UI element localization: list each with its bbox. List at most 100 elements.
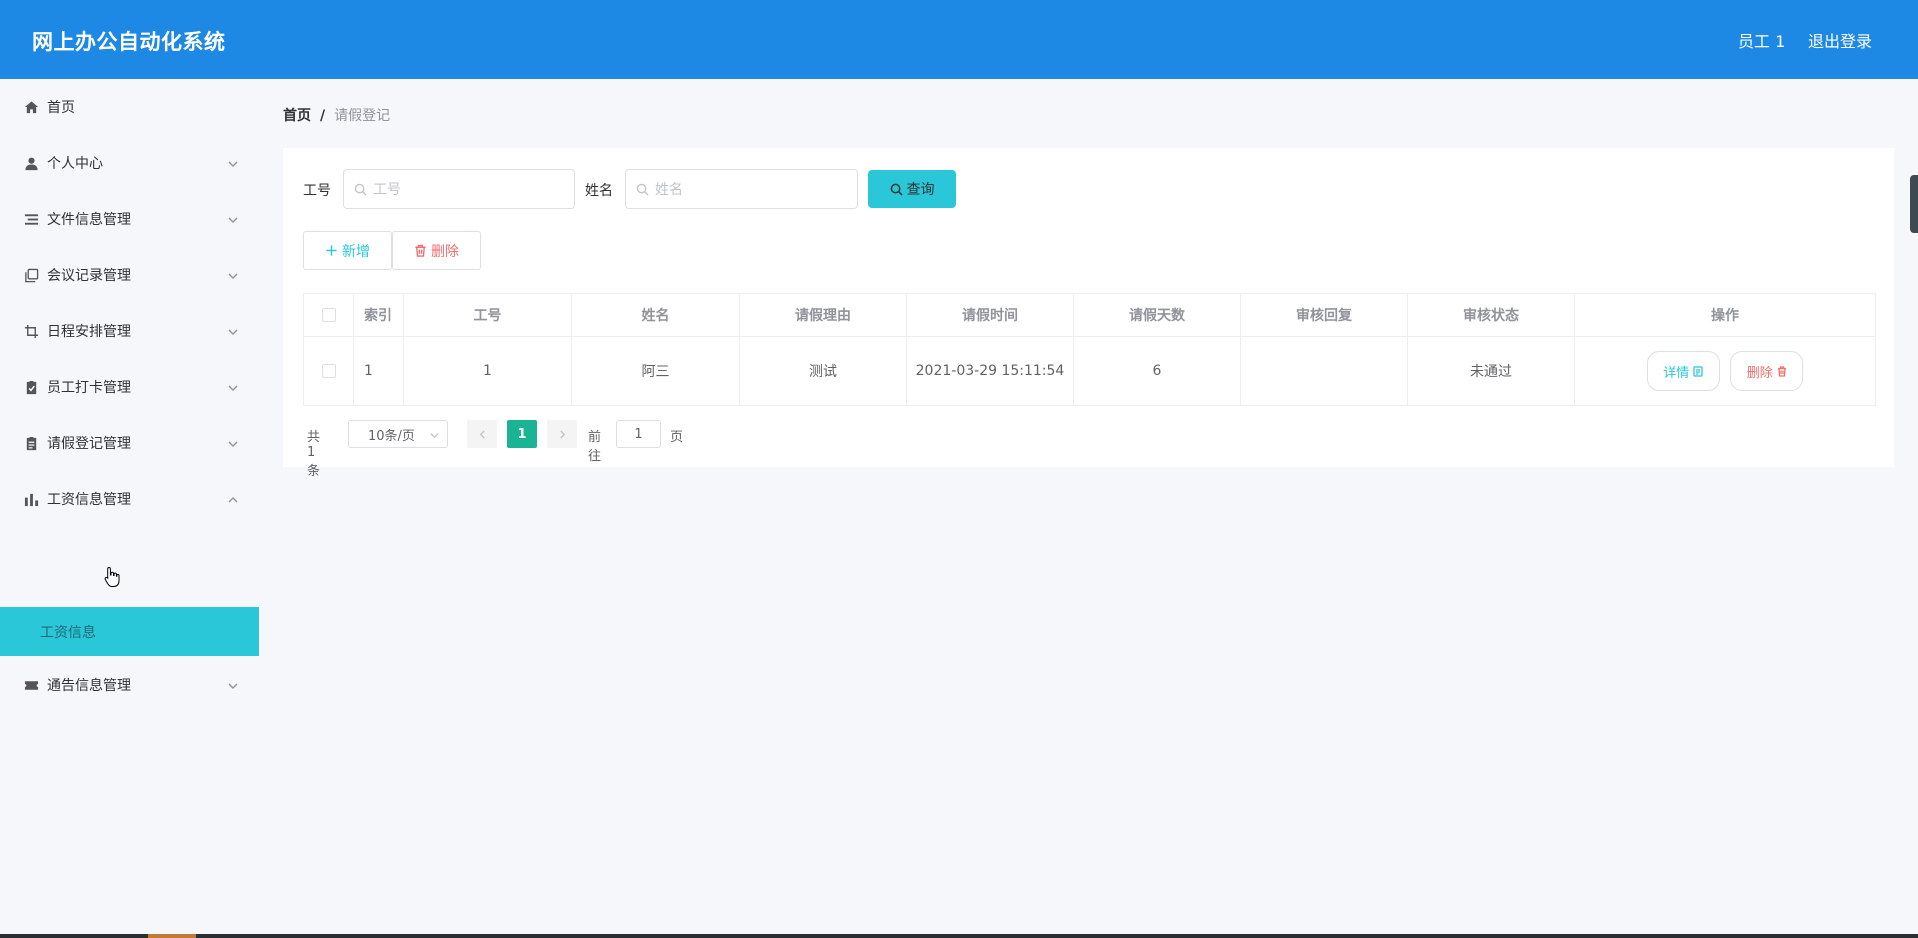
page-number-current[interactable]: 1 (507, 420, 537, 448)
sidebar-item-meeting-records[interactable]: 会议记录管理 (0, 251, 259, 299)
trash-icon (1777, 365, 1786, 377)
table-row: 1 1 阿三 测试 2021-03-29 15:11:54 6 未通过 详情 删… (303, 336, 1876, 406)
sidebar-item-schedule[interactable]: 日程安排管理 (0, 307, 259, 355)
detail-button-label: 详情 (1663, 365, 1690, 381)
goto-page-input[interactable]: 1 (616, 420, 661, 448)
side-panel-handle[interactable] (1910, 175, 1918, 233)
sidebar-item-label: 日程安排管理 (47, 324, 131, 340)
sidebar-item-leave-registration[interactable]: 请假登记管理 (0, 419, 259, 467)
bottom-bar (0, 934, 1918, 938)
breadcrumb: 首页 / 请假登记 (283, 105, 390, 125)
batch-delete-button[interactable]: 删除 (392, 231, 481, 270)
chevron-right-icon (559, 429, 565, 439)
list-icon (23, 211, 39, 227)
app-title: 网上办公自动化系统 (32, 30, 226, 54)
sidebar-item-personal-center[interactable]: 个人中心 (0, 139, 259, 187)
bar-chart-icon (23, 491, 39, 507)
row-select-cell (303, 336, 354, 406)
sidebar-item-notice-management[interactable]: 通告信息管理 (0, 661, 259, 709)
sidebar-item-file-management[interactable]: 文件信息管理 (0, 195, 259, 243)
chevron-down-icon (228, 269, 238, 279)
column-header: 请假天数 (1073, 293, 1241, 337)
search-icon (354, 183, 367, 196)
logout-button[interactable]: 退出登录 (1808, 28, 1872, 52)
chevron-up-icon (228, 493, 238, 503)
chevron-down-icon (228, 213, 238, 223)
batch-delete-button-label: 删除 (431, 243, 459, 260)
sidebar-item-home[interactable]: 首页 (0, 83, 259, 131)
sidebar: 首页 个人中心 文件信息管理 会议记录管理 日程安排管理 员工打卡管理 请假登记… (0, 79, 259, 938)
column-header: 请假时间 (906, 293, 1074, 337)
sidebar-item-label: 员工打卡管理 (47, 380, 131, 396)
employee-id-label: 工号 (303, 183, 331, 199)
cell-review-reply (1240, 336, 1408, 406)
sidebar-item-label: 通告信息管理 (47, 678, 131, 694)
submenu-item-salary-info[interactable]: 工资信息 (0, 607, 259, 656)
sidebar-item-attendance[interactable]: 员工打卡管理 (0, 363, 259, 411)
select-all-checkbox[interactable] (321, 308, 336, 322)
chevron-down-icon (228, 679, 238, 689)
chevron-down-icon (228, 325, 238, 335)
row-checkbox[interactable] (321, 364, 336, 378)
chevron-left-icon (479, 429, 485, 439)
content-panel: 工号 工号 姓名 姓名 查询 新增 删除 索引 工号 姓名 请假理由 请假时间 … (283, 148, 1894, 479)
breadcrumb-home[interactable]: 首页 (283, 108, 311, 124)
column-header: 操作 (1574, 293, 1876, 337)
column-header: 姓名 (571, 293, 740, 337)
table-header-row: 索引 工号 姓名 请假理由 请假时间 请假天数 审核回复 审核状态 操作 (303, 293, 1876, 337)
column-header: 工号 (403, 293, 572, 337)
detail-button[interactable]: 详情 (1646, 351, 1720, 391)
chevron-down-icon (228, 157, 238, 167)
user-icon (23, 155, 39, 171)
sidebar-item-label: 工资信息管理 (47, 492, 131, 508)
top-header: 网上办公自动化系统 员工 1 退出登录 (0, 0, 1918, 79)
page-size-select[interactable]: 10条/页 (348, 420, 448, 448)
search-icon (636, 183, 649, 196)
cell-actions: 详情 删除 (1574, 336, 1876, 406)
column-header: 审核回复 (1240, 293, 1408, 337)
document-icon (1693, 365, 1703, 377)
sidebar-item-label: 个人中心 (47, 156, 103, 172)
add-button[interactable]: 新增 (303, 231, 392, 270)
name-placeholder: 姓名 (655, 182, 683, 198)
cell-review-status: 未通过 (1407, 336, 1575, 406)
prev-page-button[interactable] (467, 420, 497, 448)
column-header: 请假理由 (739, 293, 907, 337)
employee-id-placeholder: 工号 (373, 182, 401, 198)
row-delete-button[interactable]: 删除 (1730, 351, 1804, 391)
column-header: 审核状态 (1407, 293, 1575, 337)
crop-icon (23, 323, 39, 339)
trash-icon (415, 244, 426, 257)
search-icon (890, 183, 903, 196)
home-icon (23, 99, 39, 115)
page-suffix-label: 页 (670, 430, 684, 445)
chevron-down-icon (228, 381, 238, 391)
column-header: 索引 (353, 293, 404, 337)
pagination-total: 共 1 条 (307, 430, 321, 479)
cell-leave-time: 2021-03-29 15:11:54 (906, 336, 1074, 406)
search-button[interactable]: 查询 (868, 170, 956, 208)
cell-index: 1 (353, 336, 404, 406)
copy-icon (23, 267, 39, 283)
leave-table: 索引 工号 姓名 请假理由 请假时间 请假天数 审核回复 审核状态 操作 1 1… (303, 293, 1876, 406)
chevron-down-icon (430, 433, 439, 439)
current-user-name[interactable]: 员工 1 (1738, 28, 1785, 52)
goto-label: 前往 (588, 430, 602, 464)
employee-id-input[interactable]: 工号 (343, 169, 575, 209)
ticket-icon (23, 677, 39, 693)
row-delete-button-label: 删除 (1746, 365, 1773, 381)
clipboard-icon (23, 435, 39, 451)
sidebar-item-label: 首页 (47, 100, 75, 116)
hand-cursor-icon (104, 566, 120, 587)
cell-leave-days: 6 (1073, 336, 1241, 406)
sidebar-item-label: 文件信息管理 (47, 212, 131, 228)
chevron-down-icon (228, 437, 238, 447)
bottom-bar-segment (148, 934, 196, 938)
sidebar-item-salary-management[interactable]: 工资信息管理 (0, 475, 259, 523)
plus-icon (326, 245, 337, 256)
search-button-label: 查询 (906, 182, 935, 198)
cell-employee-id: 1 (403, 336, 572, 406)
name-input[interactable]: 姓名 (625, 169, 858, 209)
select-all-cell (303, 293, 354, 337)
next-page-button[interactable] (547, 420, 577, 448)
